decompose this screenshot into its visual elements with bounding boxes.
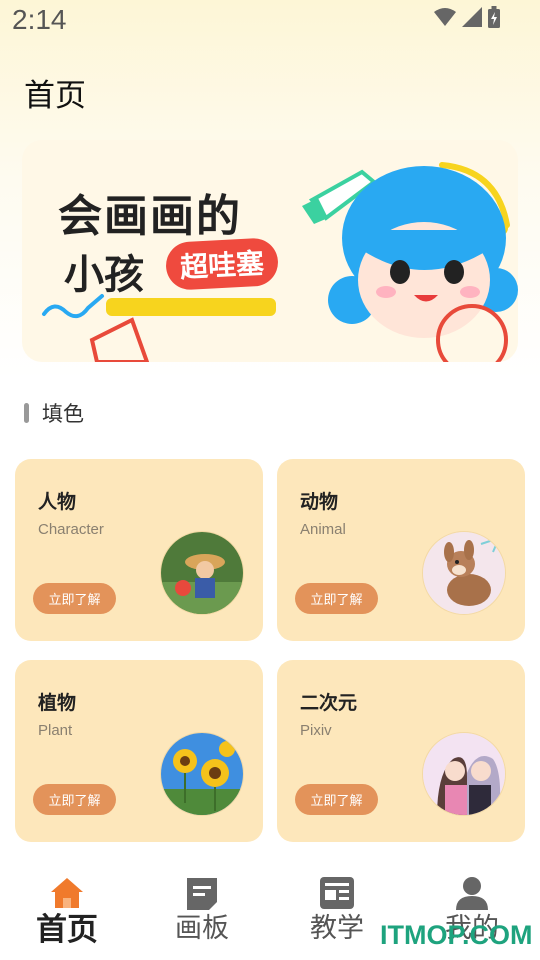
category-card-character[interactable]: 人物 Character 立即了解 [15,459,263,641]
sunflower-thumbnail[interactable] [160,732,244,816]
learn-more-button[interactable]: 立即了解 [33,784,116,815]
card-subtitle: Plant [38,722,73,739]
nav-canvas[interactable]: 画板 [135,862,269,960]
category-card-animal[interactable]: 动物 Animal 立即了解 [277,459,525,641]
card-subtitle: Pixiv [300,722,332,739]
nav-label: 画板 [175,913,229,944]
wifi-icon [434,7,456,31]
learn-more-button[interactable]: 立即了解 [295,583,378,614]
signal-icon [462,7,482,31]
card-subtitle: Character [38,521,104,538]
category-card-plant[interactable]: 植物 Plant 立即了解 [15,660,263,842]
card-title: 二次元 [300,692,358,714]
nav-home[interactable]: 首页 [0,862,134,960]
learn-more-button[interactable]: 立即了解 [295,784,378,815]
watermark-text: ITMOP.COM [380,920,533,950]
card-title: 植物 [38,692,77,714]
card-title: 动物 [300,491,339,513]
animal-thumbnail[interactable] [422,531,506,615]
character-thumbnail[interactable] [160,531,244,615]
status-icons [434,6,500,32]
status-time: 2:14 [12,4,67,35]
banner-tag: 超哇塞 [164,237,280,291]
battery-charging-icon [488,6,500,32]
anime-thumbnail[interactable] [422,732,506,816]
banner-title-line1: 会画画的 [58,191,242,242]
nav-label: 首页 [36,912,98,948]
section-marker [24,403,29,423]
category-card-pixiv[interactable]: 二次元 Pixiv 立即了解 [277,660,525,842]
section-header: 填色 [24,398,84,428]
learn-more-button[interactable]: 立即了解 [33,583,116,614]
banner-title-line2: 小孩 [64,252,144,298]
promo-banner[interactable]: 会画画的 小孩 超哇塞 [22,140,518,362]
card-subtitle: Animal [300,521,346,538]
section-title: 填色 [42,402,84,426]
card-title: 人物 [38,491,77,513]
page-title: 首页 [24,78,86,114]
status-bar: 2:14 [0,0,540,48]
